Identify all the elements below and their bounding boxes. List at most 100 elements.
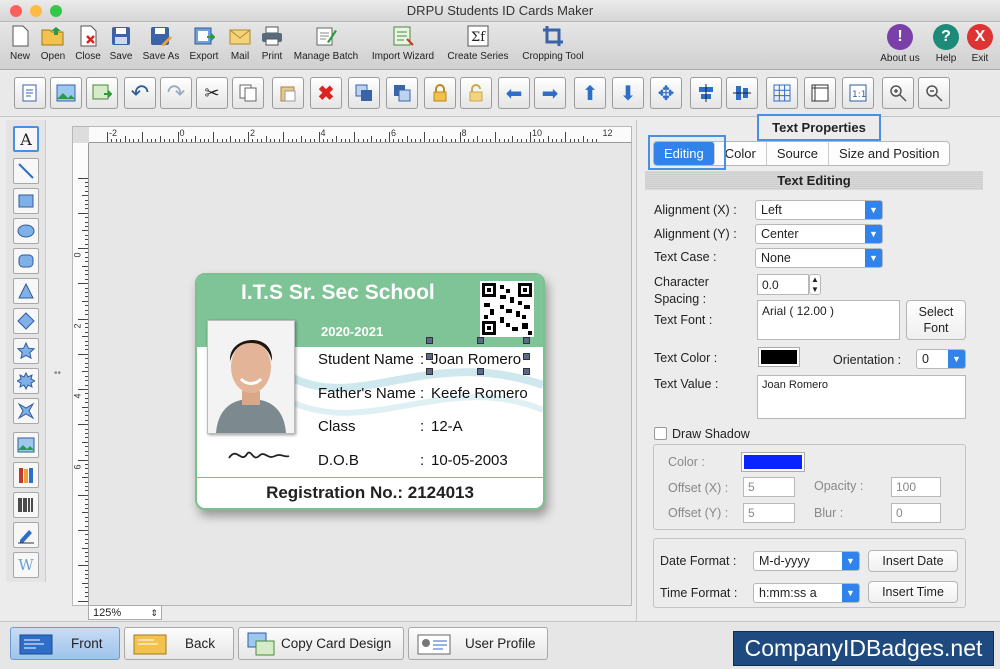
- signature-image[interactable]: [227, 442, 291, 470]
- background-button[interactable]: [50, 77, 82, 109]
- move-up-button[interactable]: ⬆: [574, 77, 606, 109]
- char-spacing-stepper-icon[interactable]: ▲ ▼: [809, 274, 821, 295]
- new-button[interactable]: New: [6, 24, 34, 62]
- close-button[interactable]: Close: [72, 24, 104, 62]
- text-value-input[interactable]: Joan Romero: [757, 375, 966, 419]
- resize-handle[interactable]: [477, 368, 484, 375]
- field-value-student-name[interactable]: Joan Romero: [431, 351, 521, 368]
- line-tool[interactable]: [13, 158, 39, 184]
- id-card[interactable]: I.T.S Sr. Sec School 2020-2021 Student N…: [195, 273, 545, 510]
- import-wizard-button[interactable]: Import Wizard: [368, 24, 438, 62]
- rounded-rectangle-tool[interactable]: [13, 248, 39, 274]
- move-right-button[interactable]: ➡: [534, 77, 566, 109]
- minimize-window-icon[interactable]: [30, 5, 42, 17]
- star-tool[interactable]: [13, 338, 39, 364]
- paste-button[interactable]: [272, 77, 304, 109]
- copy-button[interactable]: [232, 77, 264, 109]
- watermark-tool[interactable]: W: [13, 552, 39, 578]
- library-tool[interactable]: [13, 462, 39, 488]
- user-profile-button[interactable]: User Profile: [408, 627, 548, 660]
- zoom-in-button[interactable]: [882, 77, 914, 109]
- shadow-color-swatch[interactable]: [741, 452, 805, 472]
- save-as-button[interactable]: Save As: [140, 24, 182, 62]
- insert-date-button[interactable]: Insert Date: [868, 550, 958, 572]
- resize-handle[interactable]: [523, 353, 530, 360]
- cross-star-tool[interactable]: [13, 398, 39, 424]
- undo-button[interactable]: ↶: [124, 77, 156, 109]
- text-color-swatch[interactable]: [758, 347, 800, 367]
- resize-handle[interactable]: [426, 368, 433, 375]
- field-value-dob[interactable]: 10-05-2003: [431, 452, 508, 469]
- field-label-father-name[interactable]: Father's Name: [318, 385, 416, 402]
- rectangle-tool[interactable]: [13, 188, 39, 214]
- resize-handle[interactable]: [523, 368, 530, 375]
- cropping-tool-button[interactable]: Cropping Tool: [518, 24, 588, 62]
- blur-input[interactable]: 0: [891, 503, 941, 523]
- mail-button[interactable]: Mail: [226, 24, 254, 62]
- panel-splitter-icon[interactable]: ••: [54, 368, 61, 379]
- zoom-select[interactable]: 125% ⇕: [88, 605, 162, 620]
- qr-code[interactable]: [480, 281, 534, 337]
- alignment-x-select[interactable]: Left ▼: [755, 200, 883, 220]
- diamond-tool[interactable]: [13, 308, 39, 334]
- session-year[interactable]: 2020-2021: [321, 324, 383, 339]
- triangle-tool[interactable]: [13, 278, 39, 304]
- field-label-class[interactable]: Class: [318, 418, 356, 435]
- properties-button[interactable]: [14, 77, 46, 109]
- barcode-tool[interactable]: [13, 492, 39, 518]
- move-left-button[interactable]: ⬅: [498, 77, 530, 109]
- delete-button[interactable]: ✖: [310, 77, 342, 109]
- ruler-button[interactable]: [804, 77, 836, 109]
- open-button[interactable]: Open: [38, 24, 68, 62]
- grid-button[interactable]: [766, 77, 798, 109]
- registration-bar[interactable]: Registration No.: 2124013: [197, 477, 543, 508]
- front-button[interactable]: Front: [10, 627, 120, 660]
- bring-front-button[interactable]: [348, 77, 380, 109]
- zoom-window-icon[interactable]: [50, 5, 62, 17]
- zoom-out-button[interactable]: [918, 77, 950, 109]
- help-button[interactable]: ? Help: [930, 24, 962, 64]
- resize-handle[interactable]: [523, 337, 530, 344]
- center-button[interactable]: ✥: [650, 77, 682, 109]
- actual-size-button[interactable]: 1:1: [842, 77, 874, 109]
- close-window-icon[interactable]: [10, 5, 22, 17]
- opacity-input[interactable]: 100: [891, 477, 941, 497]
- date-format-select[interactable]: M-d-yyyy ▼: [753, 551, 860, 571]
- resize-handle[interactable]: [426, 337, 433, 344]
- text-tool[interactable]: A: [13, 126, 39, 152]
- alignment-y-select[interactable]: Center ▼: [755, 224, 883, 244]
- field-value-father-name[interactable]: Keefe Romero: [431, 385, 528, 402]
- print-button[interactable]: Print: [258, 24, 286, 62]
- orientation-select[interactable]: 0 ▼: [916, 349, 966, 369]
- field-label-student-name[interactable]: Student Name: [318, 351, 414, 368]
- char-spacing-input[interactable]: 0.0: [757, 274, 809, 295]
- save-button[interactable]: Save: [107, 24, 135, 62]
- manage-batch-button[interactable]: Manage Batch: [291, 24, 361, 62]
- picture-tool[interactable]: [13, 432, 39, 458]
- select-font-button[interactable]: Select Font: [906, 300, 966, 340]
- align-horizontal-button[interactable]: [690, 77, 722, 109]
- tab-source[interactable]: Source: [767, 142, 830, 165]
- unlock-button[interactable]: [460, 77, 492, 109]
- export-button[interactable]: Export: [186, 24, 222, 62]
- exit-button[interactable]: X Exit: [966, 24, 994, 64]
- text-case-select[interactable]: None ▼: [755, 248, 883, 268]
- ellipse-tool[interactable]: [13, 218, 39, 244]
- insert-time-button[interactable]: Insert Time: [868, 581, 958, 603]
- cut-button[interactable]: ✂: [196, 77, 228, 109]
- school-name[interactable]: I.T.S Sr. Sec School: [241, 281, 435, 305]
- about-us-button[interactable]: ! About us: [876, 24, 924, 64]
- draw-shadow-checkbox[interactable]: [654, 427, 667, 440]
- design-canvas[interactable]: -2 0 2 4 6 8 10 12 0 2 4 6 I.T.S Sr. Sec School 20…: [72, 126, 632, 606]
- offset-y-input[interactable]: 5: [743, 503, 795, 523]
- insert-image-button[interactable]: [86, 77, 118, 109]
- field-value-class[interactable]: 12-A: [431, 418, 463, 435]
- student-photo[interactable]: [207, 320, 295, 434]
- signature-tool[interactable]: [13, 522, 39, 548]
- resize-handle[interactable]: [477, 337, 484, 344]
- copy-card-design-button[interactable]: Copy Card Design: [238, 627, 404, 660]
- resize-handle[interactable]: [426, 353, 433, 360]
- burst-tool[interactable]: [13, 368, 39, 394]
- field-label-dob[interactable]: D.O.B: [318, 452, 359, 469]
- create-series-button[interactable]: Σf Create Series: [444, 24, 512, 62]
